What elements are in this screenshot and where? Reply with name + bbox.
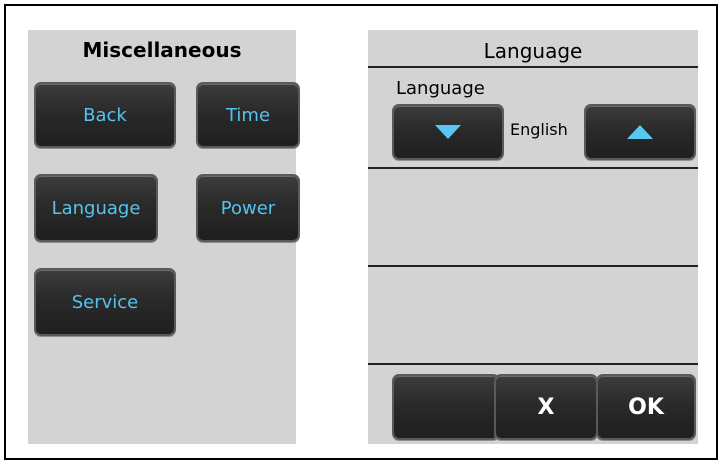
divider bbox=[368, 167, 698, 169]
service-button[interactable]: Service bbox=[34, 268, 176, 336]
ok-button[interactable]: OK bbox=[596, 374, 696, 440]
language-next-button[interactable] bbox=[584, 104, 696, 160]
page-title: Language bbox=[483, 39, 583, 63]
language-section-label: Language bbox=[396, 78, 485, 99]
triangle-up-icon bbox=[627, 125, 653, 139]
language-button[interactable]: Language bbox=[34, 174, 158, 242]
triangle-down-icon bbox=[435, 125, 461, 139]
back-button[interactable]: Back bbox=[34, 82, 176, 148]
language-screen: Language Language English X OK bbox=[368, 30, 698, 444]
divider bbox=[368, 363, 698, 365]
power-button[interactable]: Power bbox=[196, 174, 300, 242]
cancel-button[interactable]: X bbox=[494, 374, 598, 440]
language-previous-button[interactable] bbox=[392, 104, 504, 160]
empty-button[interactable] bbox=[392, 374, 500, 440]
divider bbox=[368, 265, 698, 267]
language-value: English bbox=[510, 120, 568, 139]
miscellaneous-screen: Miscellaneous Back Time Language Power S… bbox=[28, 30, 300, 444]
divider bbox=[368, 66, 698, 68]
time-button[interactable]: Time bbox=[196, 82, 300, 148]
page-title: Miscellaneous bbox=[82, 38, 242, 62]
